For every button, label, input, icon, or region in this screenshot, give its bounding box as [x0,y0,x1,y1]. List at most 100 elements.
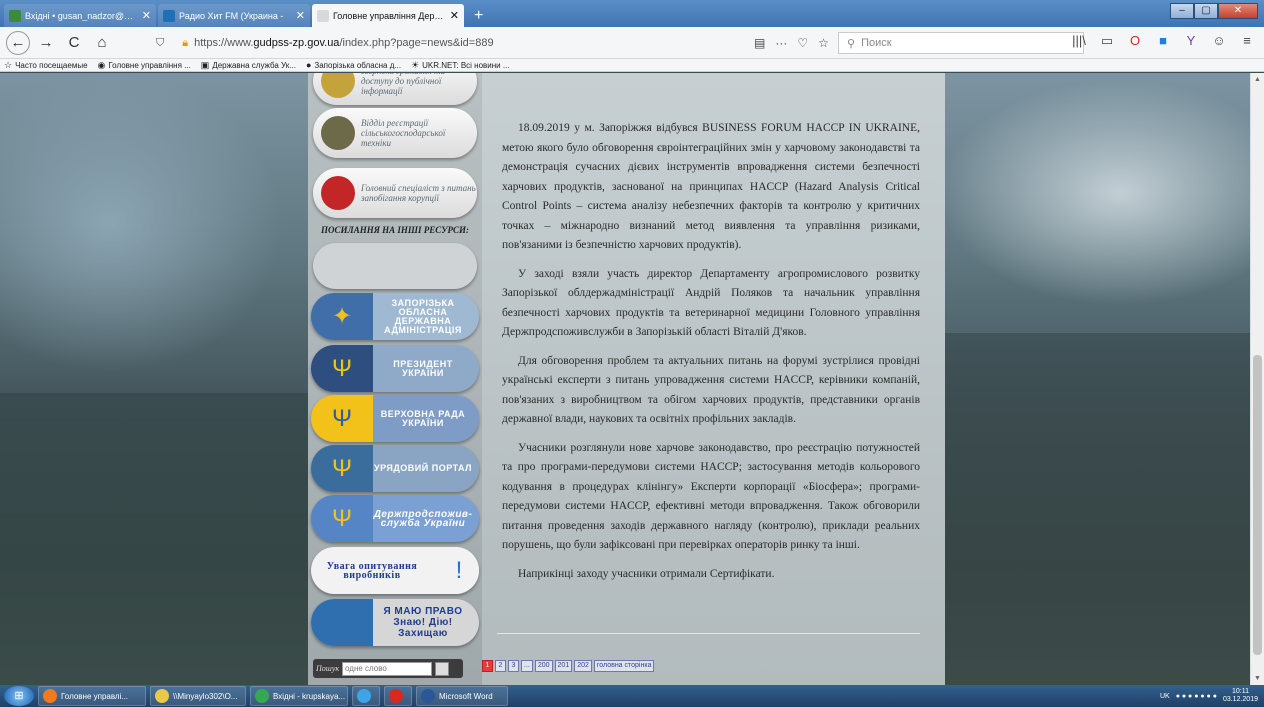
opera-extension-icon[interactable]: O [1126,31,1144,51]
clock[interactable]: 10:11 03.12.2019 [1223,688,1258,704]
page-link[interactable]: 200 [534,660,553,672]
browser-tab-bar: Вхідні • gusan_nadzor@ukr.net✕Радио Хит … [0,0,1264,27]
scroll-down-icon[interactable]: ▼ [1254,675,1261,682]
home-page-link[interactable]: головна сторінка [593,660,655,672]
taskbar-app[interactable]: Microsoft Word [416,686,508,706]
sidebar-service-link[interactable]: Відділ реєстрації сільськогосподарської … [313,108,477,158]
tab-label: Радио Хит FM (Украина - [179,10,284,21]
bookmark-icon: ☆ [4,59,13,70]
bookmark-item[interactable]: ☀ UKR.NET: Всі новини ... [411,60,509,71]
toolbar-icons: |||\ ▭ O ■ Y ☺ ≡ [1070,31,1256,51]
left-sidebar: звернень громадян та доступу до публічно… [308,73,482,685]
home-button[interactable]: ⌂ [90,31,114,55]
browser-tab[interactable]: Радио Хит FM (Украина - ✕ [158,4,310,27]
page-link[interactable]: ... [521,660,533,672]
bookmark-item[interactable]: ● Запорізька обласна д... [306,60,401,70]
banner-label: ПРЕЗИДЕНТ УКРАЇНИ [393,358,453,378]
article-paragraph: Для обговорення проблем та актуальних пи… [502,354,920,426]
tray-icons[interactable]: ● ● ● ● ● ● ● [1176,693,1217,700]
browser-search-placeholder: Поиск [861,37,892,49]
service-link-label: Відділ реєстрації сільськогосподарської … [361,118,446,148]
window-controls: – ▢ ✕ [1170,3,1258,19]
taskbar-app[interactable]: Головне управлі... [38,686,146,706]
lock-icon[interactable]: 🔒︎ [182,37,188,50]
menu-icon[interactable]: ≡ [1238,31,1256,51]
page-scrollbar[interactable]: ▲ ▼ [1250,73,1264,685]
taskbar-app[interactable]: \\Minyaylo302\O... [150,686,246,706]
banner-label: Я МАЮ ПРАВО Знаю! Дію! Захищаю [383,606,463,639]
tab-close-icon[interactable]: ✕ [142,9,151,22]
account-icon[interactable]: ☺ [1210,31,1228,51]
service-link-label: звернень громадян та доступу до публічно… [361,73,445,96]
sidebar-empty-slot [313,243,477,289]
forward-button[interactable]: → [34,31,58,55]
taskbar-app[interactable] [352,686,380,706]
site-search-button[interactable] [435,661,449,676]
resource-banner-link[interactable]: Ψ Держпродспожив-служба України [311,495,479,542]
bookmark-label: Головне управління ... [108,60,191,70]
browser-search-input[interactable]: ⚲ Поиск [838,32,1084,54]
tab-label: Вхідні • gusan_nadzor@ukr.net [25,10,138,21]
article-paragraph: Наприкінці заходу учасники отримали Серт… [518,567,775,580]
taskbar-app[interactable] [384,686,412,706]
service-emblem-icon [321,116,355,150]
taskbar-app[interactable]: Вхідні - krupskaya... [250,686,348,706]
scroll-up-icon[interactable]: ▲ [1254,76,1261,83]
page-link[interactable]: 202 [574,660,592,672]
site-search-label: Пошук [316,664,340,673]
divider [497,633,920,634]
bookmark-icon: ● [305,60,312,70]
article-paragraph: 18.09.2019 у м. Запоріжжя відбувся BUSIN… [502,122,920,251]
resource-banner-link[interactable]: Ψ УРЯДОВИЙ ПОРТАЛ [311,445,479,492]
taskbar-app-icon [389,689,403,703]
resource-banner-link[interactable]: Увага опитування виробників! [311,547,479,594]
banner-emblem-icon: ✦ [311,293,373,340]
taskbar-app-icon [421,689,435,703]
resource-banner-link[interactable]: ✦ ЗАПОРІЗЬКА ОБЛАСНА ДЕРЖАВНА АДМІНІСТРАЦ… [311,293,479,340]
browser-tab[interactable]: Головне управління Держпродс ✕ [312,4,464,27]
bookmark-item[interactable]: ▣ Державна служба Ук... [201,60,296,71]
sidebar-service-link[interactable]: Головний спеціаліст з питань запобігання… [313,168,477,218]
resource-banner-link[interactable]: Я МАЮ ПРАВО Знаю! Дію! Захищаю [311,599,479,646]
back-button[interactable]: ← [6,30,30,55]
tab-close-icon[interactable]: ✕ [450,9,459,22]
clock-date: 03.12.2019 [1222,696,1258,703]
tracking-shield-icon[interactable]: ⛉ [156,37,164,50]
sidebar-service-link[interactable]: звернень громадян та доступу до публічно… [313,73,477,105]
bookmark-item[interactable]: ◉ Головне управління ... [98,60,191,71]
minimize-button[interactable]: – [1170,3,1194,19]
browser-tab[interactable]: Вхідні • gusan_nadzor@ukr.net ✕ [4,4,156,27]
start-button[interactable]: ⊞ [4,686,34,706]
page-link[interactable]: 2 [495,660,506,672]
resource-banner-link[interactable]: Ψ ПРЕЗИДЕНТ УКРАЇНИ [311,345,479,392]
page-link[interactable]: 1 [482,660,493,672]
language-indicator[interactable]: UK [1160,693,1170,700]
url-bar[interactable]: ⛉ 🔒︎ https://www.gudpss-zp.gov.ua/index.… [156,31,1086,55]
sidebar-icon[interactable]: ▭ [1098,31,1116,51]
page-link[interactable]: 201 [554,660,573,672]
resource-banner-link[interactable]: Ψ ВЕРХОВНА РАДА УКРАЇНИ [311,395,479,442]
extension-icon[interactable]: ■ [1154,31,1172,51]
pagination: 1 2 3... 200 201 202 головна сторінка [482,660,655,672]
search-icon: ⚲ [847,37,856,50]
reader-view-icon[interactable]: ▤ [754,36,765,50]
tab-label: Головне управління Держпродс [333,10,446,21]
tab-close-icon[interactable]: ✕ [296,9,305,22]
article-paragraph: Учасники розглянули нове харчове законод… [502,441,920,552]
new-tab-button[interactable]: + [466,4,491,27]
bookmark-item[interactable]: ☆ Часто посещаемые [4,60,88,71]
reload-button[interactable]: C [62,31,86,55]
page-link[interactable]: 3 [508,660,519,672]
site-search-input[interactable] [342,661,432,676]
banner-emblem-icon: Ψ [311,345,373,392]
scroll-thumb[interactable] [1253,355,1262,655]
close-window-button[interactable]: ✕ [1218,3,1258,19]
library-icon[interactable]: |||\ [1070,31,1088,51]
url-text[interactable]: https://www.gudpss-zp.gov.ua/index.php?p… [194,37,493,49]
page-actions-icon[interactable]: ··· [775,36,787,50]
banner-emblem-icon: ! [439,547,479,594]
bookmark-star-icon[interactable]: ☆ [818,36,829,50]
pocket-icon[interactable]: ♡ [797,36,808,50]
pocket-extension-icon[interactable]: Y [1182,31,1200,51]
maximize-button[interactable]: ▢ [1194,3,1218,19]
